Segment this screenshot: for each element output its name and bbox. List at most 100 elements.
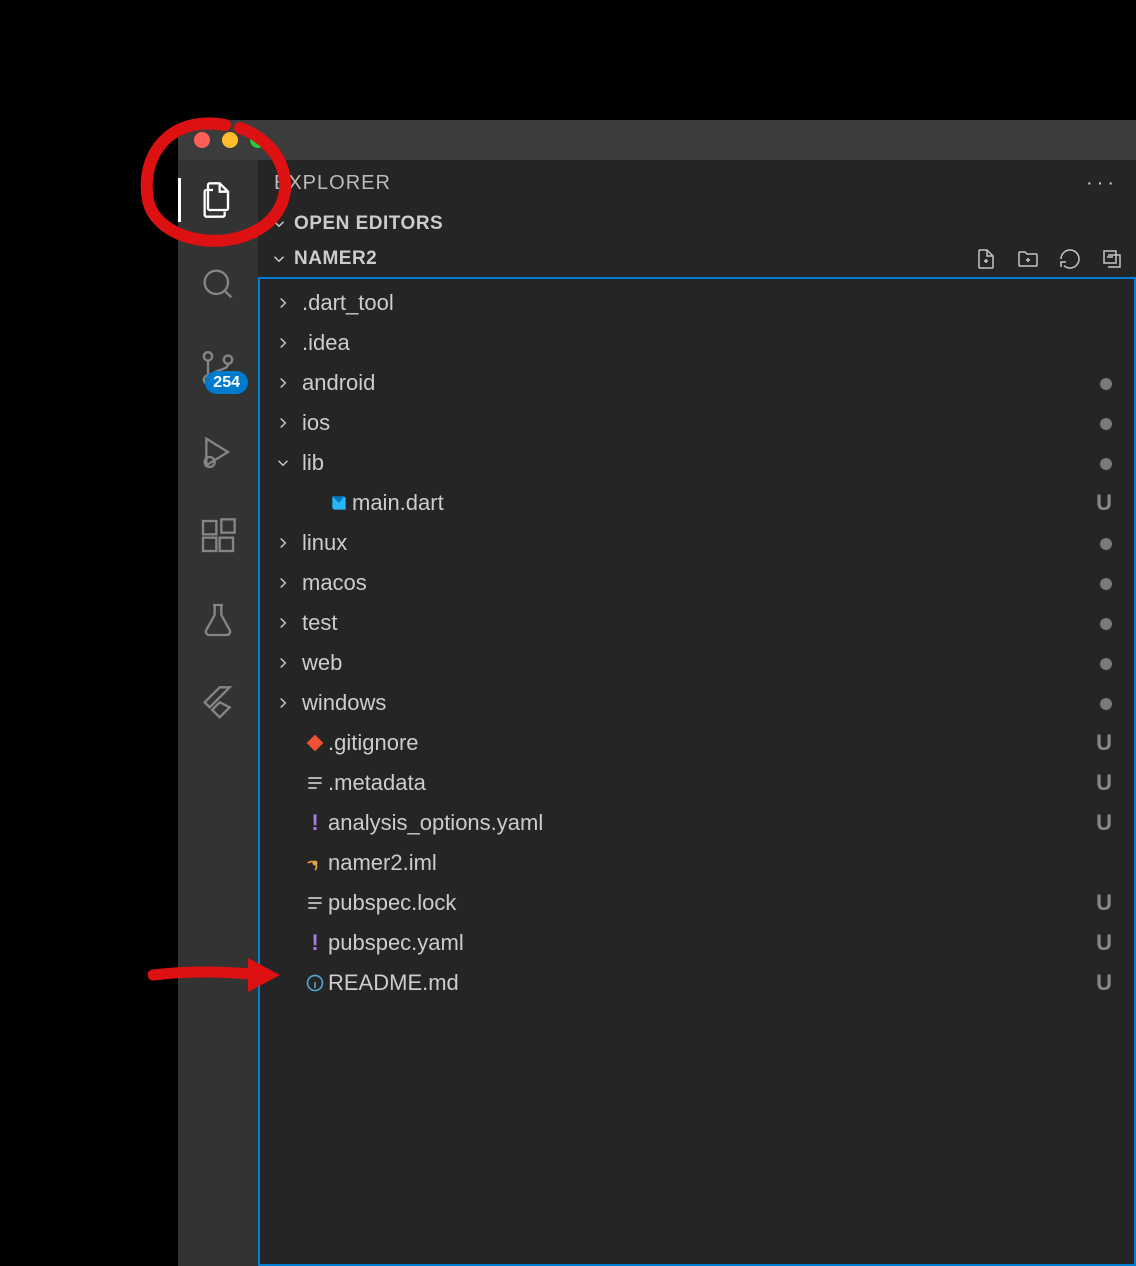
folder-label: .dart_tool: [302, 290, 1112, 316]
window-zoom-button[interactable]: [250, 132, 266, 148]
modified-dot-icon: [1100, 658, 1112, 670]
folder-row[interactable]: lib: [260, 443, 1134, 483]
folder-label: .idea: [302, 330, 1112, 356]
open-editors-label: OPEN EDITORS: [294, 213, 443, 235]
file-label: namer2.iml: [328, 850, 1112, 876]
flutter-activity[interactable]: [178, 676, 258, 732]
sidebar-header: EXPLORER ···: [258, 160, 1136, 207]
scm-badge: 254: [205, 371, 248, 394]
vscode-window: 254: [178, 120, 1136, 1266]
file-label: analysis_options.yaml: [328, 810, 1096, 836]
yaml-file-icon: !: [302, 812, 328, 834]
search-activity[interactable]: [178, 256, 258, 312]
modified-dot-icon: [1100, 538, 1112, 550]
project-actions: [974, 247, 1124, 271]
extensions-activity[interactable]: [178, 508, 258, 564]
file-row[interactable]: .gitignoreU: [260, 723, 1134, 763]
modified-dot-icon: [1100, 698, 1112, 710]
search-icon: [198, 264, 238, 304]
untracked-status: U: [1096, 770, 1112, 795]
info-file-icon: [302, 973, 328, 993]
file-label: main.dart: [352, 490, 1096, 516]
file-label: README.md: [328, 970, 1096, 996]
folder-label: lib: [302, 450, 1100, 476]
dart-file-icon: [326, 493, 352, 513]
testing-activity[interactable]: [178, 592, 258, 648]
refresh-icon[interactable]: [1058, 247, 1082, 271]
explorer-activity[interactable]: [178, 172, 258, 228]
file-row[interactable]: .metadataU: [260, 763, 1134, 803]
window-minimize-button[interactable]: [222, 132, 238, 148]
flutter-icon: [198, 684, 238, 724]
untracked-status: U: [1096, 490, 1112, 515]
file-tree[interactable]: .dart_tool.ideaandroidioslibmain.dartUli…: [258, 277, 1136, 1266]
chevron-right-icon[interactable]: [274, 654, 302, 672]
folder-label: linux: [302, 530, 1100, 556]
untracked-status: U: [1096, 930, 1112, 955]
folder-label: macos: [302, 570, 1100, 596]
titlebar[interactable]: [178, 120, 1136, 160]
file-row[interactable]: pubspec.lockU: [260, 883, 1134, 923]
chevron-right-icon[interactable]: [274, 694, 302, 712]
lines-file-icon: [302, 773, 328, 793]
file-label: .gitignore: [328, 730, 1096, 756]
git-file-icon: [302, 733, 328, 753]
folder-label: web: [302, 650, 1100, 676]
file-row[interactable]: !analysis_options.yamlU: [260, 803, 1134, 843]
sidebar-title: EXPLORER: [274, 172, 391, 195]
new-folder-icon[interactable]: [1016, 247, 1040, 271]
modified-dot-icon: [1100, 578, 1112, 590]
open-editors-section[interactable]: OPEN EDITORS: [258, 207, 1136, 241]
chevron-down-icon[interactable]: [274, 454, 302, 472]
folder-row[interactable]: .dart_tool: [260, 283, 1134, 323]
folder-row[interactable]: android: [260, 363, 1134, 403]
chevron-right-icon[interactable]: [274, 294, 302, 312]
folder-row[interactable]: .idea: [260, 323, 1134, 363]
collapse-all-icon[interactable]: [1100, 247, 1124, 271]
folder-row[interactable]: linux: [260, 523, 1134, 563]
file-row[interactable]: !pubspec.yamlU: [260, 923, 1134, 963]
content-area: 254: [178, 160, 1136, 1266]
activity-bar: 254: [178, 160, 258, 1266]
folder-row[interactable]: macos: [260, 563, 1134, 603]
chevron-right-icon[interactable]: [274, 534, 302, 552]
untracked-status: U: [1096, 890, 1112, 915]
iml-file-icon: [302, 853, 328, 873]
folder-label: windows: [302, 690, 1100, 716]
folder-row[interactable]: test: [260, 603, 1134, 643]
run-debug-activity[interactable]: [178, 424, 258, 480]
chevron-right-icon[interactable]: [274, 614, 302, 632]
modified-dot-icon: [1100, 418, 1112, 430]
untracked-status: U: [1096, 730, 1112, 755]
lines-file-icon: [302, 893, 328, 913]
file-label: .metadata: [328, 770, 1096, 796]
extensions-icon: [198, 516, 238, 556]
chevron-down-icon: [270, 215, 288, 233]
folder-row[interactable]: windows: [260, 683, 1134, 723]
file-label: pubspec.lock: [328, 890, 1096, 916]
modified-dot-icon: [1100, 618, 1112, 630]
folder-label: android: [302, 370, 1100, 396]
chevron-right-icon[interactable]: [274, 414, 302, 432]
more-actions-button[interactable]: ···: [1086, 172, 1118, 195]
chevron-right-icon[interactable]: [274, 334, 302, 352]
project-section[interactable]: NAMER2: [258, 241, 1136, 277]
chevron-right-icon[interactable]: [274, 574, 302, 592]
folder-row[interactable]: web: [260, 643, 1134, 683]
yaml-file-icon: !: [302, 932, 328, 954]
explorer-sidebar: EXPLORER ··· OPEN EDITORS NAMER2 .dart_t…: [258, 160, 1136, 1266]
project-name-label: NAMER2: [294, 248, 377, 270]
modified-dot-icon: [1100, 378, 1112, 390]
scm-activity[interactable]: 254: [178, 340, 258, 396]
file-row[interactable]: README.mdU: [260, 963, 1134, 1003]
untracked-status: U: [1096, 970, 1112, 995]
new-file-icon[interactable]: [974, 247, 998, 271]
untracked-status: U: [1096, 810, 1112, 835]
files-icon: [198, 180, 238, 220]
modified-dot-icon: [1100, 458, 1112, 470]
folder-row[interactable]: ios: [260, 403, 1134, 443]
window-close-button[interactable]: [194, 132, 210, 148]
file-row[interactable]: namer2.iml: [260, 843, 1134, 883]
chevron-right-icon[interactable]: [274, 374, 302, 392]
file-row[interactable]: main.dartU: [260, 483, 1134, 523]
